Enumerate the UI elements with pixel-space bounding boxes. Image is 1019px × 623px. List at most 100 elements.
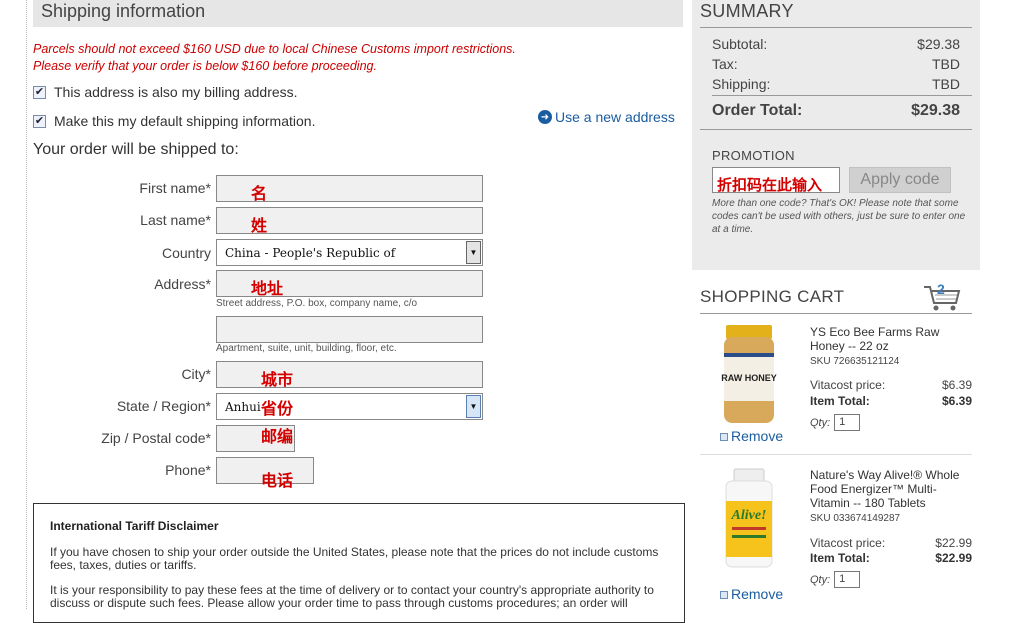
customs-warning-line2: Please verify that your order is below $… <box>33 59 377 73</box>
order-total-value: $29.38 <box>911 102 960 119</box>
billing-checkbox-row[interactable]: ✔ This address is also my billing addres… <box>33 84 298 100</box>
shopping-cart-title: SHOPPING CART <box>700 287 845 306</box>
last-name-label: Last name* <box>140 212 211 228</box>
address2-field[interactable] <box>216 316 483 343</box>
item1-qty-input[interactable]: 1 <box>834 414 861 431</box>
arrow-right-circle-icon: ➜ <box>538 110 552 124</box>
item2-price: $22.99 <box>935 536 972 550</box>
country-select[interactable]: China - People's Republic of ▼ <box>216 239 483 266</box>
shipping-title: Shipping information <box>41 1 206 21</box>
item2-price-label: Vitacost price: <box>810 536 886 550</box>
customs-warning-line1: Parcels should not exceed $160 USD due t… <box>33 42 516 56</box>
first-name-label: First name* <box>139 180 211 196</box>
phone-label: Phone* <box>165 462 211 478</box>
remove-icon <box>720 432 728 441</box>
promo-code-value: 折扣码在此输入 <box>717 176 823 194</box>
billing-checkbox-label: This address is also my billing address. <box>54 84 298 100</box>
item2-sku: SKU 033674149287 <box>810 513 901 524</box>
summary-title: SUMMARY <box>700 1 794 21</box>
address-value: 地址 <box>251 279 284 298</box>
raw-honey-label: RAW HONEY <box>721 373 777 383</box>
default-shipping-checkbox[interactable]: ✔ <box>33 114 46 128</box>
promo-code-input[interactable]: 折扣码在此输入 <box>712 167 840 194</box>
subtotal-label: Subtotal: <box>712 36 768 52</box>
shipped-to-heading: Your order will be shipped to: <box>33 141 239 158</box>
default-shipping-checkbox-label: Make this my default shipping informatio… <box>54 113 316 129</box>
first-name-value: 名 <box>251 184 268 203</box>
item1-qty-label: Qty: <box>810 416 831 429</box>
default-shipping-checkbox-row[interactable]: ✔ Make this my default shipping informat… <box>33 113 315 129</box>
tax-label: Tax: <box>712 56 738 72</box>
promo-note: More than one code? That's OK! Please no… <box>712 198 966 235</box>
state-annotation: 省份 <box>261 399 294 418</box>
chevron-down-icon[interactable]: ▼ <box>466 241 481 264</box>
item1-total: $6.39 <box>941 394 972 408</box>
tariff-title: International Tariff Disclaimer <box>50 519 219 533</box>
item-divider <box>700 454 972 455</box>
left-dotted-border <box>26 0 27 609</box>
state-value: Anhui <box>225 400 261 414</box>
remove-icon <box>720 590 728 599</box>
city-value: 城市 <box>261 370 294 389</box>
phone-field[interactable]: 电话 <box>216 457 314 490</box>
city-field[interactable]: 城市 <box>216 361 483 389</box>
alive-vitamin-image: Alive! <box>725 468 773 568</box>
item1-price: $6.39 <box>941 378 972 392</box>
item2-total-row: Item Total: $22.99 <box>810 551 972 565</box>
address-hint: Street address, P.O. box, company name, … <box>216 298 418 309</box>
item2-total-label: Item Total: <box>810 551 870 565</box>
tariff-paragraph-1: If you have chosen to ship your order ou… <box>50 545 659 572</box>
zip-label: Zip / Postal code* <box>101 430 211 446</box>
state-label: State / Region* <box>116 398 211 414</box>
country-label: Country <box>161 245 211 261</box>
summary-panel: SUMMARY Subtotal: $29.38 Tax: TBD Shippi… <box>692 0 980 270</box>
total-divider <box>712 95 972 96</box>
order-total-label: Order Total: <box>712 102 803 119</box>
state-select[interactable]: Anhui 省份 ▼ <box>216 393 483 420</box>
city-label: City* <box>181 366 211 382</box>
item1-price-label: Vitacost price: <box>810 378 886 392</box>
address-field[interactable]: 地址 <box>216 270 483 298</box>
address2-hint: Apartment, suite, unit, building, floor,… <box>216 343 397 354</box>
item1-price-row: Vitacost price: $6.39 <box>810 378 972 392</box>
item2-remove-link[interactable]: Remove <box>720 586 783 602</box>
chevron-down-icon[interactable]: ▼ <box>466 395 481 418</box>
item1-sku: SKU 726635121124 <box>810 356 900 367</box>
use-new-address-link[interactable]: ➜ Use a new address <box>538 109 675 125</box>
last-name-value: 姓 <box>251 216 268 235</box>
shipping-label: Shipping: <box>712 76 771 92</box>
first-name-field[interactable]: 名 <box>216 175 483 203</box>
alive-label: Alive! <box>731 508 767 523</box>
item1-name[interactable]: YS Eco Bee Farms Raw Honey -- 22 oz <box>810 325 970 353</box>
item2-qty: Qty: 1 <box>810 571 861 588</box>
use-new-address-label: Use a new address <box>555 109 675 125</box>
cart-count-badge: 2 <box>937 281 945 297</box>
cart-divider <box>700 313 972 314</box>
address-label: Address* <box>154 276 211 292</box>
subtotal-value: $29.38 <box>917 36 960 52</box>
subtotal-row: Subtotal: $29.38 <box>712 36 960 52</box>
item1-remove-link[interactable]: Remove <box>720 428 783 444</box>
item2-total: $22.99 <box>935 551 972 565</box>
promotion-label: PROMOTION <box>712 148 795 163</box>
raw-honey-image: RAW HONEY <box>721 325 777 423</box>
item2-name[interactable]: Nature's Way Alive!® Whole Food Energize… <box>810 468 970 510</box>
summary-divider <box>700 27 972 28</box>
item1-qty: Qty: 1 <box>810 414 861 431</box>
tax-value: TBD <box>932 56 960 72</box>
item1-total-label: Item Total: <box>810 394 870 408</box>
shipping-row: Shipping: TBD <box>712 76 960 92</box>
billing-checkbox[interactable]: ✔ <box>33 85 46 99</box>
apply-code-button[interactable]: Apply code <box>849 167 951 193</box>
tax-row: Tax: TBD <box>712 56 960 72</box>
item2-qty-input[interactable]: 1 <box>834 571 861 588</box>
tariff-disclaimer-box: International Tariff Disclaimer If you h… <box>33 503 685 623</box>
zip-value: 邮编 <box>261 427 294 446</box>
shipping-header: Shipping information <box>33 0 683 27</box>
item2-price-row: Vitacost price: $22.99 <box>810 536 972 550</box>
order-total-row: Order Total: $29.38 <box>712 102 960 120</box>
last-name-field[interactable]: 姓 <box>216 207 483 235</box>
zip-field[interactable]: 邮编 <box>216 425 295 452</box>
item1-remove-label: Remove <box>731 428 784 444</box>
country-value: China - People's Republic of <box>225 246 396 260</box>
